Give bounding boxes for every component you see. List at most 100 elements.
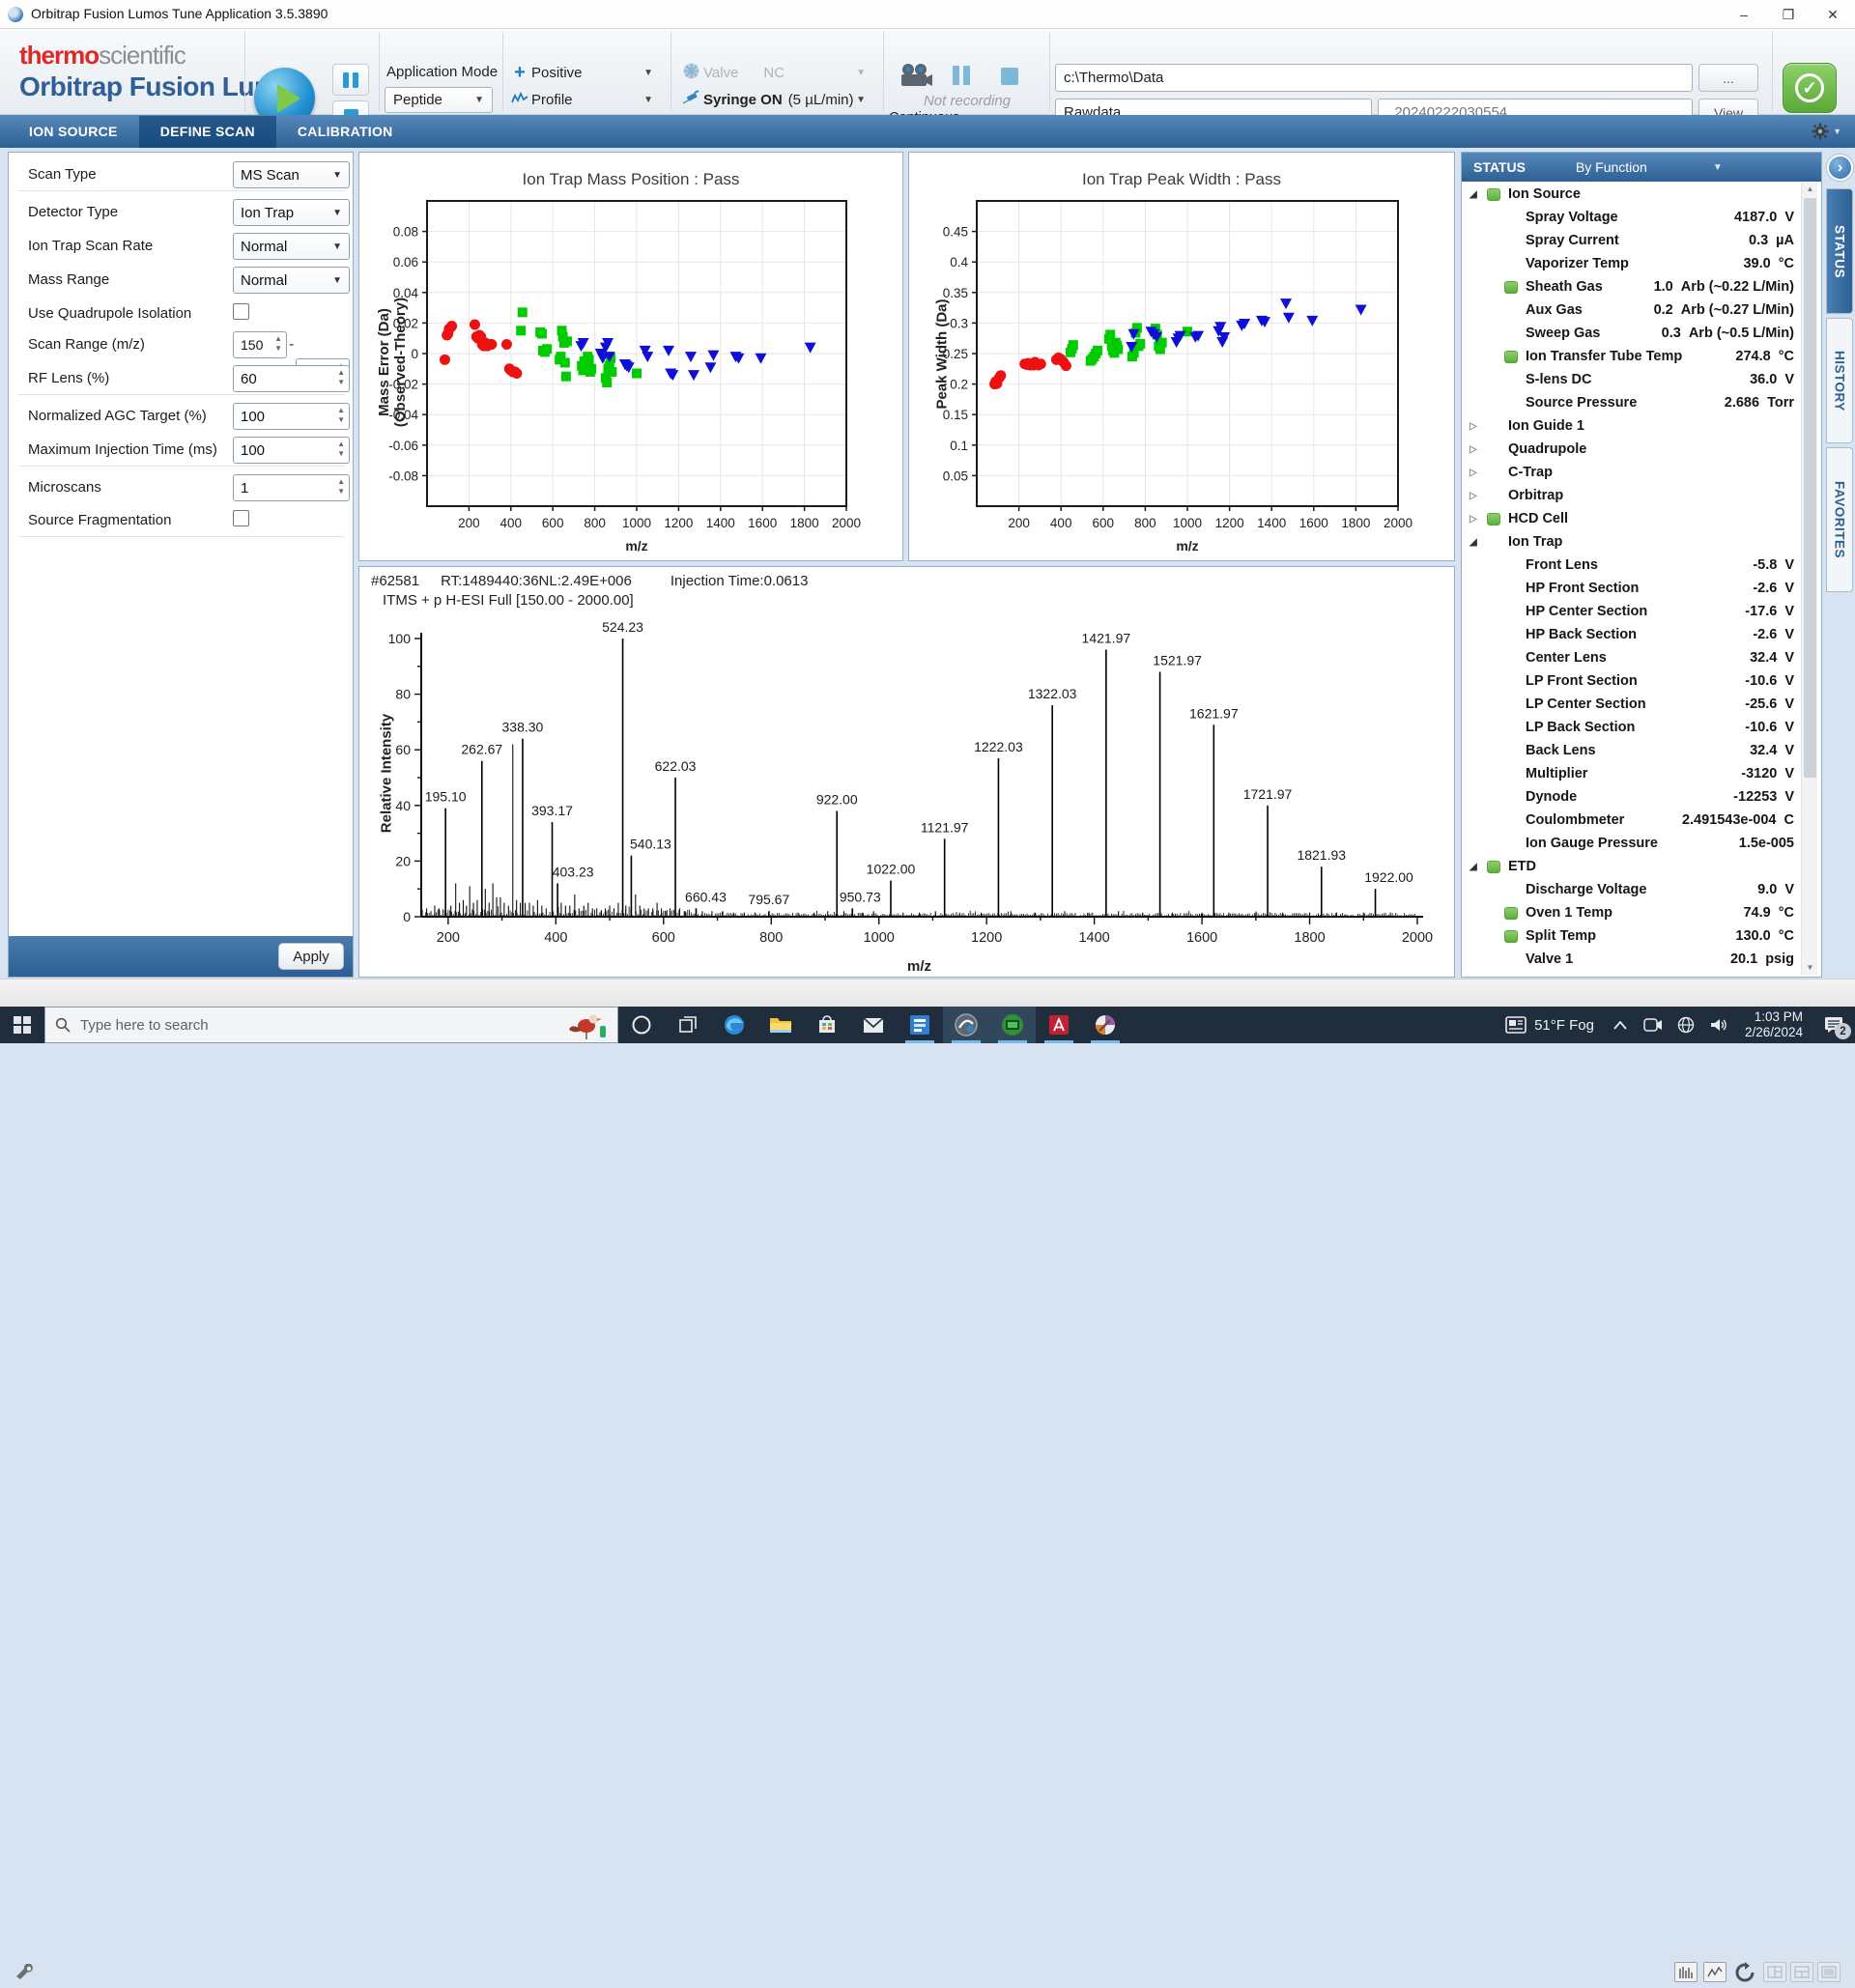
minimize-button[interactable]: –	[1722, 0, 1766, 29]
syringe-select[interactable]: Syringe ON (5 µL/min) ▼	[678, 87, 871, 112]
browse-button[interactable]: ...	[1698, 64, 1758, 92]
chevron-down-icon: ▼	[643, 68, 659, 78]
taskbar-clock[interactable]: 1:03 PM 2/26/2024	[1745, 1009, 1803, 1040]
field-spinner[interactable]: 100▲▼	[233, 403, 350, 430]
tab-ion-source[interactable]: ION SOURCE	[8, 115, 139, 148]
field-spinner[interactable]: 1▲▼	[233, 474, 350, 501]
svg-text:660.43: 660.43	[685, 889, 727, 904]
side-tab-favorites[interactable]: FAVORITES	[1826, 447, 1853, 592]
task-view-icon[interactable]	[665, 1007, 711, 1043]
apply-button[interactable]: Apply	[278, 943, 344, 970]
valve-wheel-icon	[678, 62, 703, 84]
apply-bar: Apply	[9, 936, 353, 977]
cortana-icon[interactable]	[618, 1007, 665, 1043]
field-checkbox[interactable]	[233, 510, 249, 526]
field-spinner[interactable]: 60▲▼	[233, 365, 350, 392]
side-tab-status[interactable]: STATUS	[1826, 188, 1853, 314]
field-spinner[interactable]: 100▲▼	[233, 437, 350, 464]
mail-icon[interactable]	[850, 1007, 897, 1043]
scrollbar-thumb[interactable]	[1804, 198, 1816, 778]
status-item-label: Aux Gas	[1526, 302, 1583, 318]
tune-app-icon[interactable]	[943, 1007, 989, 1043]
field-select[interactable]: MS Scan▼	[233, 161, 350, 188]
notification-center-button[interactable]: 2	[1812, 1007, 1855, 1043]
status-row: LP Front Section-10.6V	[1462, 669, 1802, 693]
search-highlight-bird[interactable]	[557, 1008, 608, 1041]
polarity-select[interactable]: + Positive ▼	[508, 60, 659, 85]
refresh-icon[interactable]	[1734, 1962, 1755, 1983]
pause-button[interactable]	[332, 64, 369, 96]
acrobat-icon[interactable]	[1036, 1007, 1082, 1043]
application-mode-select[interactable]: Peptide▼	[385, 87, 493, 113]
status-item-label: Ion Gauge Pressure	[1526, 836, 1658, 851]
tree-expand-arrow[interactable]: ▷	[1470, 421, 1483, 432]
data-path-input[interactable]	[1055, 64, 1693, 92]
valve-select[interactable]: Valve NC ▼	[678, 60, 871, 85]
spectrum-view-icon[interactable]	[1674, 1962, 1698, 1982]
status-filter-select[interactable]: By Function	[1576, 159, 1647, 175]
system-state-indicator[interactable]: ✓	[1783, 63, 1837, 113]
tabbar-options-button[interactable]: ▼	[1812, 115, 1855, 148]
data-type-select[interactable]: Profile ▼	[508, 87, 659, 112]
svg-text:1521.97: 1521.97	[1153, 653, 1202, 668]
tab-define-scan[interactable]: DEFINE SCAN	[139, 115, 276, 148]
tree-collapse-arrow[interactable]: ◢	[1470, 537, 1483, 548]
status-row: Dynode-12253V	[1462, 785, 1802, 809]
field-select[interactable]: Ion Trap▼	[233, 199, 350, 226]
tab-calibration[interactable]: CALIBRATION	[276, 115, 414, 148]
record-button[interactable]	[897, 62, 933, 94]
store-icon[interactable]	[804, 1007, 850, 1043]
taskbar-search[interactable]: Type here to search	[44, 1007, 618, 1043]
svg-text:600: 600	[1093, 516, 1115, 530]
polarity-value: Positive	[531, 65, 583, 81]
volume-icon[interactable]	[1702, 1017, 1735, 1033]
weather-text[interactable]: 51°F Fog	[1534, 1017, 1594, 1034]
syringe-icon	[678, 89, 703, 110]
chevron-up-icon[interactable]	[1604, 1021, 1637, 1030]
office-app-icon[interactable]	[897, 1007, 943, 1043]
chart-view-icon[interactable]	[1703, 1962, 1727, 1982]
tree-collapse-arrow[interactable]: ◢	[1470, 189, 1483, 200]
mass-position-plot: 200400600800100012001400160018002000-0.0…	[359, 153, 902, 560]
tab-bar: ION SOURCEDEFINE SCANCALIBRATION ▼	[0, 115, 1855, 148]
tree-expand-arrow[interactable]: ▷	[1470, 444, 1483, 455]
instrument-status-icon[interactable]	[989, 1007, 1036, 1043]
paint-app-icon[interactable]	[1082, 1007, 1128, 1043]
field-select[interactable]: Normal▼	[233, 233, 350, 260]
news-widget-icon[interactable]	[1499, 1016, 1532, 1034]
tree-expand-arrow[interactable]: ▷	[1470, 514, 1483, 525]
tree-expand-arrow[interactable]: ▷	[1470, 468, 1483, 478]
tree-expand-arrow[interactable]: ▷	[1470, 491, 1483, 501]
application-mode-label: Application Mode	[386, 64, 498, 80]
y-axis-label: Peak Width (Da)	[934, 268, 951, 441]
chart-title: Ion Trap Mass Position : Pass	[359, 170, 902, 189]
status-unit: V	[1784, 789, 1794, 805]
network-icon[interactable]	[1670, 1016, 1702, 1034]
start-button[interactable]	[0, 1007, 44, 1043]
status-unit: V	[1784, 743, 1794, 758]
svg-text:1600: 1600	[1186, 930, 1217, 946]
status-scrollbar[interactable]: ▲ ▼	[1801, 183, 1817, 975]
svg-text:1800: 1800	[790, 516, 819, 530]
side-tab-history[interactable]: HISTORY	[1826, 318, 1853, 443]
meet-now-icon[interactable]	[1637, 1017, 1670, 1033]
wrench-icon[interactable]	[14, 1964, 35, 1981]
scroll-up-arrow[interactable]: ▲	[1802, 183, 1818, 196]
restore-button[interactable]: ❐	[1766, 0, 1811, 29]
scan-range-low-spinner[interactable]: 150▲▼	[233, 331, 287, 358]
edge-icon[interactable]	[711, 1007, 757, 1043]
close-button[interactable]: ✕	[1811, 0, 1855, 29]
scroll-down-arrow[interactable]: ▼	[1802, 961, 1818, 975]
file-explorer-icon[interactable]	[757, 1007, 804, 1043]
svg-text:1621.97: 1621.97	[1189, 705, 1239, 721]
svg-text:100: 100	[388, 631, 412, 646]
field-checkbox[interactable]	[233, 303, 249, 320]
search-icon	[55, 1017, 71, 1033]
status-value-group: -2.6V	[1753, 627, 1794, 642]
collapse-panel-button[interactable]: ›	[1827, 155, 1853, 181]
field-select[interactable]: Normal▼	[233, 267, 350, 294]
record-pause-button[interactable]	[953, 66, 970, 85]
svg-text:80: 80	[395, 687, 411, 702]
tree-collapse-arrow[interactable]: ◢	[1470, 862, 1483, 872]
record-stop-button[interactable]	[1001, 68, 1018, 85]
